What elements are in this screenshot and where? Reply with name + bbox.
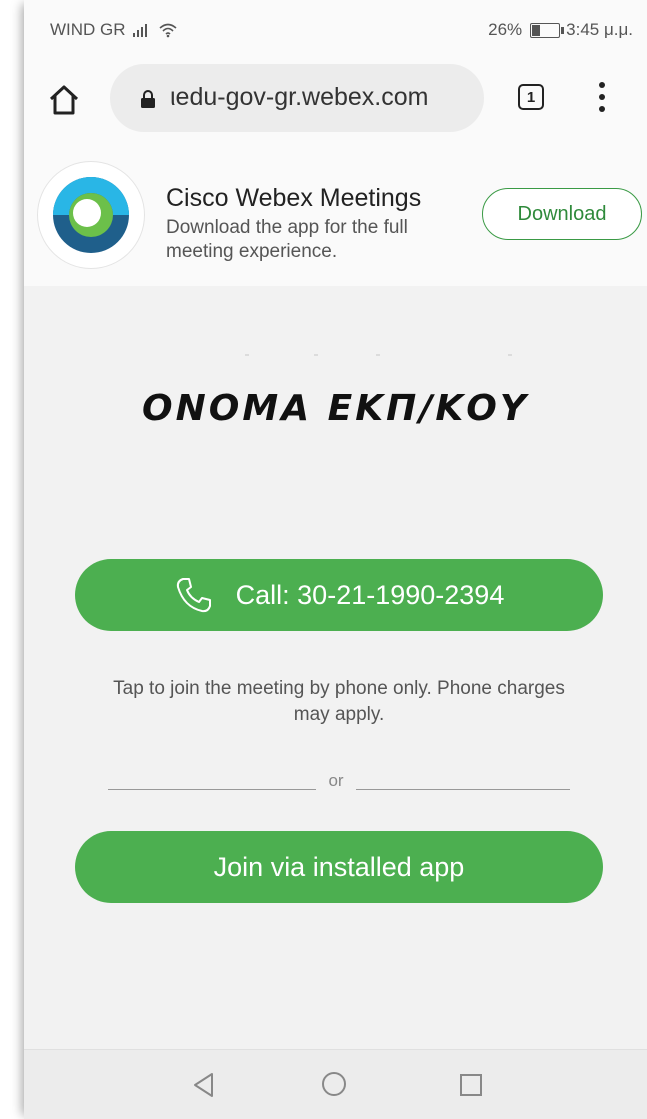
battery-icon xyxy=(530,22,565,38)
carrier-label: WIND GR xyxy=(50,20,126,39)
signal-icon xyxy=(132,24,147,37)
download-button[interactable]: Download xyxy=(482,188,642,240)
overflow-menu-icon[interactable] xyxy=(596,82,608,116)
phone-icon xyxy=(176,578,211,613)
app-description: Download the app for the full meeting ex… xyxy=(166,217,408,262)
phone-screen: WIND GR 26% 3:45 μ.μ. ιedu-gov-gr.webex.… xyxy=(24,0,647,1119)
system-nav-bar xyxy=(24,1049,647,1119)
call-button-label: Call: 30-21-1990-2394 xyxy=(235,579,505,610)
divider-or-label: or xyxy=(328,771,344,790)
address-bar[interactable]: ιedu-gov-gr.webex.com xyxy=(110,64,484,132)
lock-icon xyxy=(141,90,155,108)
url-text: ιedu-gov-gr.webex.com xyxy=(170,83,429,111)
decorative-dot xyxy=(245,354,249,356)
meeting-title: ONOMA ΕΚΠ/ΚΟΥ xyxy=(142,388,529,429)
join-button-label: Join via installed app xyxy=(213,851,465,882)
home-icon[interactable] xyxy=(46,82,82,118)
status-left: WIND GR xyxy=(50,20,178,40)
decorative-dot xyxy=(508,354,512,356)
call-button[interactable]: Call: 30-21-1990-2394 xyxy=(75,559,603,631)
recent-apps-icon[interactable] xyxy=(460,1074,482,1096)
browser-toolbar: ιedu-gov-gr.webex.com 1 xyxy=(24,56,647,148)
decorative-dot xyxy=(314,354,318,356)
webex-logo-icon xyxy=(38,162,144,268)
tab-switcher-button[interactable]: 1 xyxy=(518,84,544,110)
home-circle-icon[interactable] xyxy=(322,1072,346,1096)
status-bar: WIND GR 26% 3:45 μ.μ. xyxy=(24,0,647,56)
join-via-app-button[interactable]: Join via installed app xyxy=(75,831,603,903)
wifi-icon xyxy=(159,23,177,38)
divider-line-left xyxy=(108,789,316,790)
app-install-banner: Cisco Webex Meetings Download the app fo… xyxy=(24,148,647,286)
app-name: Cisco Webex Meetings xyxy=(166,184,422,212)
decorative-dot xyxy=(376,354,380,356)
status-right: 26% 3:45 μ.μ. xyxy=(488,20,633,40)
back-icon[interactable] xyxy=(192,1072,216,1098)
divider-line-right xyxy=(356,789,570,790)
phone-help-text: Tap to join the meeting by phone only. P… xyxy=(113,678,565,725)
clock: 3:45 μ.μ. xyxy=(566,20,633,39)
battery-percent: 26% xyxy=(488,20,523,39)
